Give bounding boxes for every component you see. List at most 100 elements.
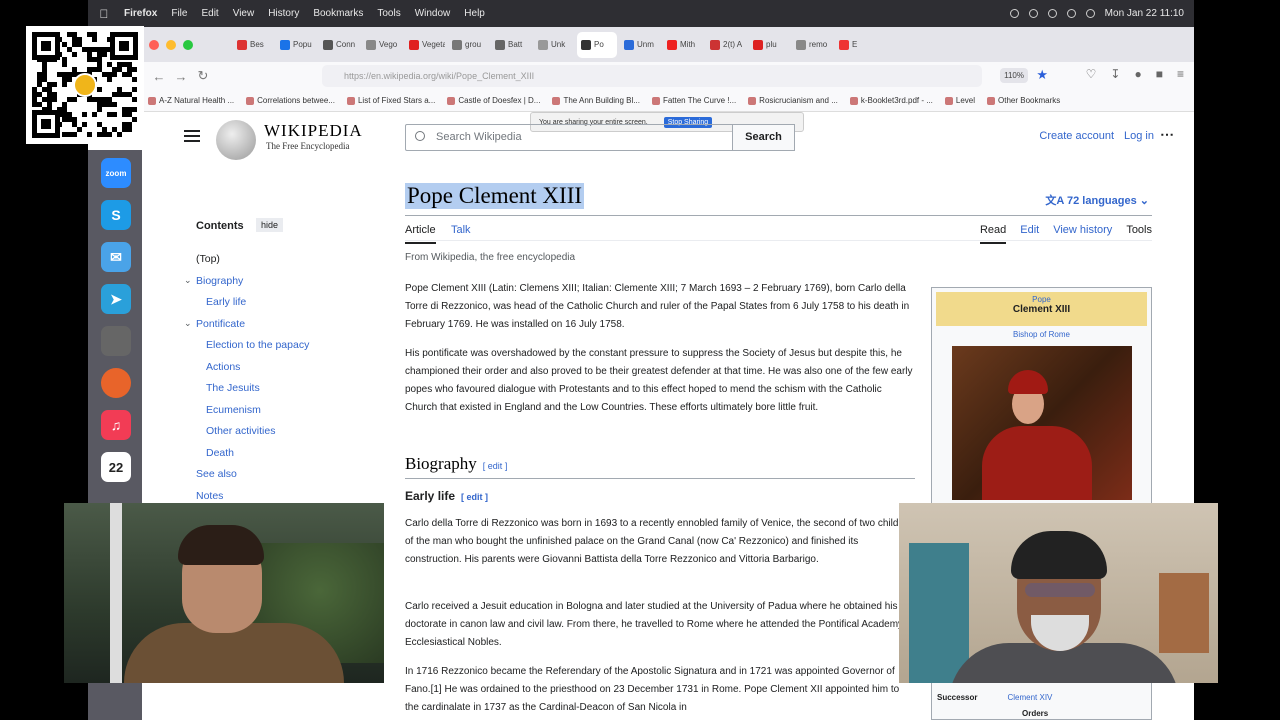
bookmark-item[interactable]: Correlations betwee... <box>246 96 335 105</box>
tab-tools[interactable]: Tools <box>1126 224 1152 244</box>
browser-tab[interactable]: Po <box>577 31 617 58</box>
skype-icon[interactable]: S <box>101 200 131 230</box>
back-icon[interactable]: ← <box>148 69 170 84</box>
browser-tab[interactable]: plu <box>749 32 789 58</box>
bookmark-item[interactable]: Castle of Doesfex | D... <box>447 96 540 105</box>
preview-icon[interactable] <box>101 326 131 356</box>
wikipedia-wordmark[interactable]: WIKIPEDIA <box>264 121 363 141</box>
create-account-link[interactable]: Create account <box>1039 130 1114 142</box>
download-icon[interactable]: ↧ <box>1110 67 1120 81</box>
telegram-icon[interactable]: ➤ <box>101 284 131 314</box>
bookmark-item[interactable]: k-Booklet3rd.pdf - ... <box>849 96 933 105</box>
menu-window[interactable]: Window <box>415 8 451 19</box>
menu-view[interactable]: View <box>233 8 255 19</box>
menu-history[interactable]: History <box>268 8 299 19</box>
browser-tab[interactable]: 2(t) A <box>706 32 746 58</box>
toc-item-pontificate[interactable]: ⌄ Pontificate <box>184 318 245 330</box>
portrait-image[interactable] <box>952 346 1132 500</box>
forward-icon[interactable]: → <box>170 69 192 84</box>
qr-module <box>127 127 132 132</box>
browser-tab[interactable]: E <box>835 32 875 58</box>
infobox-subtitle[interactable]: Bishop of Rome <box>932 330 1151 339</box>
tab-view-history[interactable]: View history <box>1053 224 1112 244</box>
minimize-window-icon[interactable] <box>166 39 176 50</box>
bookmark-star-icon[interactable]: ★ <box>1036 67 1048 83</box>
edit-link[interactable]: [ edit ] <box>483 461 508 471</box>
toc-item-early-life[interactable]: Early life <box>206 296 246 308</box>
apple-icon[interactable]:  <box>98 7 110 21</box>
menubar-clock[interactable]: Mon Jan 22 11:10 <box>1105 8 1184 19</box>
browser-tab[interactable]: grou <box>448 32 488 58</box>
toc-item-notes[interactable]: Notes <box>196 490 223 502</box>
toc-item-see-also[interactable]: See also <box>196 468 237 480</box>
bookmark-item[interactable]: Fatten The Curve !... <box>651 96 736 105</box>
toc-item-election[interactable]: Election to the papacy <box>206 339 309 351</box>
browser-tab[interactable]: Bes <box>233 32 273 58</box>
menu-icon[interactable]: ≡ <box>1177 67 1184 81</box>
toc-item-ecumenism[interactable]: Ecumenism <box>206 404 261 416</box>
bookmark-item[interactable]: A-Z Natural Health ... <box>148 96 234 105</box>
edit-link[interactable]: [ edit ] <box>461 492 488 502</box>
account-icon[interactable]: ● <box>1134 67 1141 81</box>
zoom-app-icon[interactable]: zoom <box>101 158 131 188</box>
wifi-icon[interactable] <box>1066 9 1076 18</box>
browser-tab[interactable]: Popu <box>276 32 316 58</box>
chevron-down-icon[interactable]: ⌄ <box>184 318 192 329</box>
browser-tab[interactable]: Unm <box>620 32 660 58</box>
toc-item-biography[interactable]: ⌄ Biography <box>184 275 243 287</box>
browser-tab[interactable]: Mith <box>663 32 703 58</box>
qr-module <box>97 107 102 112</box>
status-icon[interactable] <box>1009 9 1019 18</box>
toc-item-death[interactable]: Death <box>206 447 234 459</box>
main-menu-icon[interactable] <box>184 130 200 142</box>
bookmark-item[interactable]: List of Fixed Stars a... <box>346 96 435 105</box>
more-options-icon[interactable]: ⋯ <box>1160 126 1174 143</box>
reload-icon[interactable]: ↻ <box>192 68 214 84</box>
tab-article[interactable]: Article <box>405 224 436 244</box>
close-window-icon[interactable] <box>149 39 159 50</box>
menu-help[interactable]: Help <box>464 8 485 19</box>
toc-item-top[interactable]: (Top) <box>196 253 220 265</box>
chevron-down-icon[interactable]: ⌄ <box>184 275 192 286</box>
battery-icon[interactable] <box>1085 9 1095 18</box>
menu-bookmarks[interactable]: Bookmarks <box>313 8 363 19</box>
successor-link[interactable]: Clement XIV <box>1007 693 1052 702</box>
extensions-icon[interactable]: ■ <box>1156 67 1163 81</box>
browser-tab[interactable]: remo <box>792 32 832 58</box>
browser-tab[interactable]: Batt <box>491 32 531 58</box>
wikipedia-globe-icon[interactable] <box>216 120 256 160</box>
login-link[interactable]: Log in <box>1124 130 1154 142</box>
bookmark-item[interactable]: Other Bookmarks <box>987 96 1060 105</box>
status-icon[interactable] <box>1047 9 1057 18</box>
bookmark-item[interactable]: Rosicrucianism and ... <box>748 96 838 105</box>
browser-tab[interactable]: Unk <box>534 32 574 58</box>
pocket-icon[interactable]: ♡ <box>1086 67 1097 81</box>
tab-edit[interactable]: Edit <box>1020 224 1039 244</box>
url-bar[interactable]: https://en.wikipedia.org/wiki/Pope_Cleme… <box>322 65 1048 87</box>
browser-tab[interactable]: Conn <box>319 32 359 58</box>
tab-read[interactable]: Read <box>979 224 1007 244</box>
toc-hide-button[interactable]: hide <box>256 218 284 232</box>
bookmark-item[interactable]: The Ann Building Bl... <box>552 96 640 105</box>
toc-item-actions[interactable]: Actions <box>206 361 240 373</box>
search-button[interactable]: Search <box>732 124 795 151</box>
calendar-icon[interactable]: 22 <box>101 452 131 482</box>
menu-edit[interactable]: Edit <box>201 8 218 19</box>
toc-item-jesuits[interactable]: The Jesuits <box>206 382 260 394</box>
bookmark-item[interactable]: Level <box>944 96 975 105</box>
browser-tab[interactable]: Vego <box>362 32 402 58</box>
menu-file[interactable]: File <box>171 8 187 19</box>
zoom-window-icon[interactable] <box>183 39 193 50</box>
status-icon[interactable] <box>1028 9 1038 18</box>
browser-tab[interactable]: Vegeta <box>405 32 445 58</box>
tab-talk[interactable]: Talk <box>451 224 471 236</box>
music-icon[interactable]: ♫ <box>101 410 131 440</box>
menu-tools[interactable]: Tools <box>377 8 400 19</box>
toc-item-other-activities[interactable]: Other activities <box>206 425 275 437</box>
menu-firefox[interactable]: Firefox <box>124 8 157 19</box>
infobox-pre[interactable]: Pope <box>936 295 1147 304</box>
mail-icon[interactable]: ✉ <box>101 242 131 272</box>
languages-button[interactable]: 文A 72 languages ⌄ <box>1045 192 1149 208</box>
firefox-icon[interactable] <box>101 368 131 398</box>
zoom-level[interactable]: 110% <box>1000 68 1028 83</box>
